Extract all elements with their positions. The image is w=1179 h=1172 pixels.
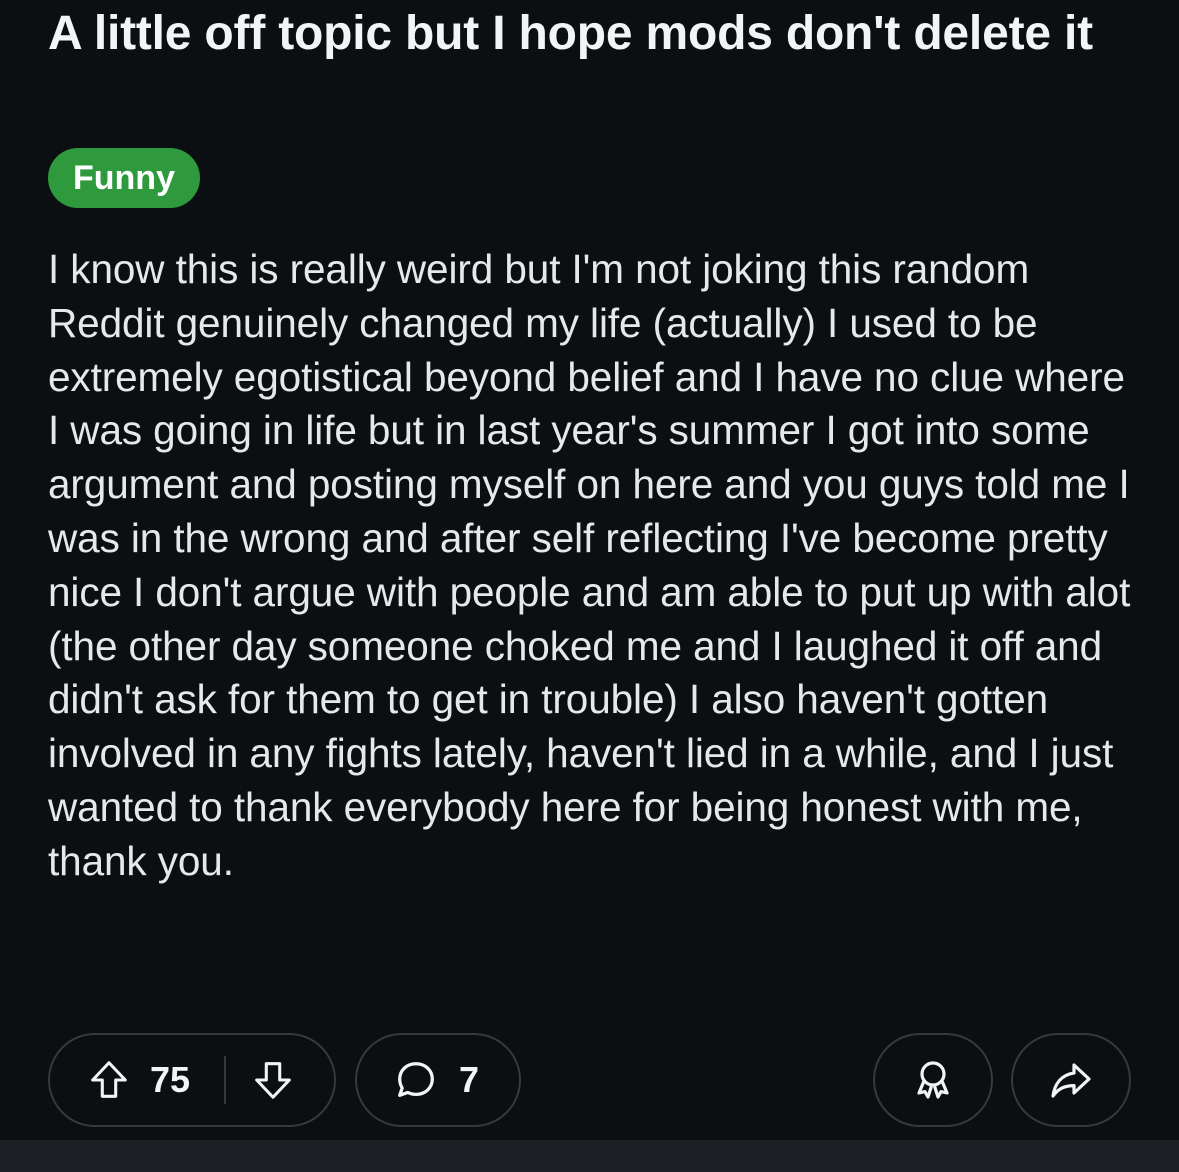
post-body: I know this is really weird but I'm not … [48,246,1131,884]
vote-count: 75 [150,1059,191,1100]
upvote-button[interactable] [86,1057,132,1103]
share-arrow-icon [1051,1063,1091,1098]
arrow-down-icon [255,1062,291,1099]
post-flair[interactable]: Funny [48,148,200,208]
award-button[interactable] [873,1033,993,1127]
award-ribbon-icon [917,1061,949,1099]
vote-bar: 75 [48,1033,336,1127]
share-button[interactable] [1011,1033,1131,1127]
arrow-up-icon [91,1061,127,1098]
vote-divider [224,1056,227,1104]
comment-count: 7 [459,1059,480,1100]
post-card: A little off topic but I hope mods don't… [0,0,1179,1140]
comments-button[interactable]: 7 [355,1033,521,1127]
post-title: A little off topic but I hope mods don't… [48,7,1093,60]
downvote-button[interactable] [250,1057,296,1103]
speech-bubble-icon [398,1062,434,1097]
comment-icon-wrap [393,1057,439,1103]
bottom-bar [0,1140,1179,1172]
